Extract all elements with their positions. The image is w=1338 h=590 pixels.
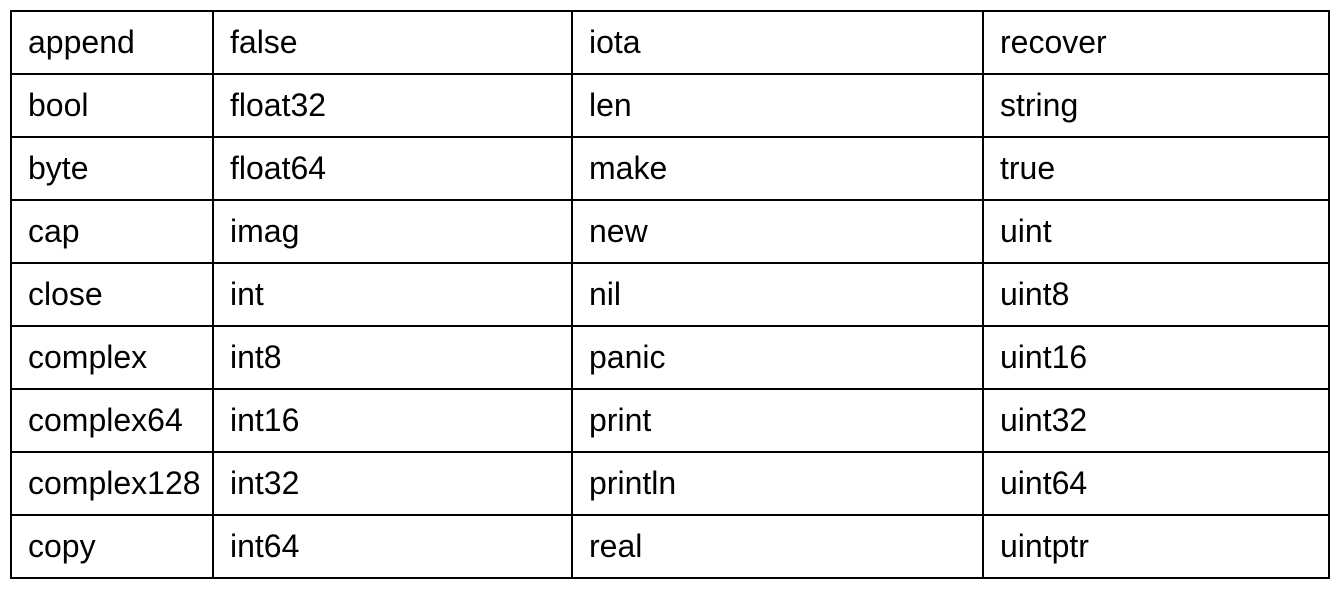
table-cell: recover <box>983 11 1329 74</box>
table-cell: complex <box>11 326 213 389</box>
table-cell: complex128 <box>11 452 213 515</box>
table-cell: imag <box>213 200 572 263</box>
table-cell: uintptr <box>983 515 1329 578</box>
table-cell: true <box>983 137 1329 200</box>
table-row: byte float64 make true <box>11 137 1329 200</box>
table-cell: int16 <box>213 389 572 452</box>
table-cell: complex64 <box>11 389 213 452</box>
table-cell: copy <box>11 515 213 578</box>
table-cell: int <box>213 263 572 326</box>
table-cell: uint64 <box>983 452 1329 515</box>
table-cell: println <box>572 452 983 515</box>
table-cell: int8 <box>213 326 572 389</box>
table-cell: iota <box>572 11 983 74</box>
table-row: bool float32 len string <box>11 74 1329 137</box>
table-cell: uint16 <box>983 326 1329 389</box>
table-cell: real <box>572 515 983 578</box>
table-cell: nil <box>572 263 983 326</box>
table-cell: new <box>572 200 983 263</box>
table-cell: bool <box>11 74 213 137</box>
table-cell: byte <box>11 137 213 200</box>
table-row: complex64 int16 print uint32 <box>11 389 1329 452</box>
table-cell: int64 <box>213 515 572 578</box>
table-cell: close <box>11 263 213 326</box>
table-cell: float32 <box>213 74 572 137</box>
table-cell: make <box>572 137 983 200</box>
table-cell: uint <box>983 200 1329 263</box>
table-cell: panic <box>572 326 983 389</box>
table-row: append false iota recover <box>11 11 1329 74</box>
table-row: cap imag new uint <box>11 200 1329 263</box>
table-cell: float64 <box>213 137 572 200</box>
table-cell: cap <box>11 200 213 263</box>
table-cell: print <box>572 389 983 452</box>
table-row: close int nil uint8 <box>11 263 1329 326</box>
table-row: complex int8 panic uint16 <box>11 326 1329 389</box>
table-cell: append <box>11 11 213 74</box>
identifier-table: append false iota recover bool float32 l… <box>10 10 1330 579</box>
table-cell: int32 <box>213 452 572 515</box>
table-row: complex128 int32 println uint64 <box>11 452 1329 515</box>
table-cell: len <box>572 74 983 137</box>
table-cell: uint8 <box>983 263 1329 326</box>
table-cell: string <box>983 74 1329 137</box>
table-cell: uint32 <box>983 389 1329 452</box>
table-cell: false <box>213 11 572 74</box>
table-row: copy int64 real uintptr <box>11 515 1329 578</box>
